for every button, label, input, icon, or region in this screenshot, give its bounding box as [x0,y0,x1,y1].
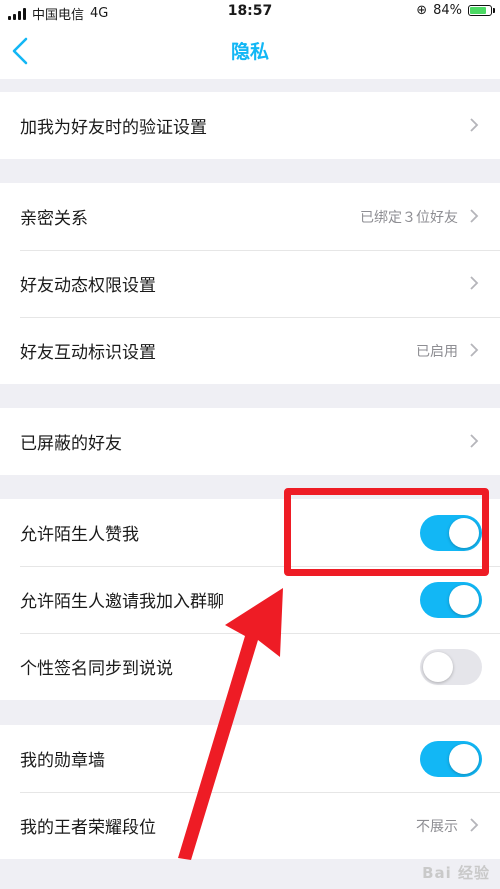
row-medal-wall: 我的勋章墙 [0,725,500,792]
battery-percent: 84% [433,3,462,18]
toggle-knob [449,744,479,774]
row-label: 已屏蔽的好友 [20,434,122,454]
chevron-right-icon [470,343,479,357]
toggle-switch[interactable] [420,582,482,618]
group-blocked: 已屏蔽的好友 [0,408,500,475]
battery-icon [468,5,495,16]
row-verification-settings[interactable]: 加我为好友时的验证设置 [0,92,500,159]
toggle-knob [449,585,479,615]
row-interaction-badge-settings[interactable]: 好友互动标识设置 已启用 [0,317,500,384]
row-value: 不展示 [416,818,458,835]
status-bar: 中国电信 4G 18:57 ⊕ 84% [0,0,500,24]
row-label: 亲密关系 [20,209,88,229]
row-label: 好友互动标识设置 [20,343,156,363]
chevron-right-icon [470,818,479,832]
row-label: 好友动态权限设置 [20,276,156,296]
group-verification: 加我为好友时的验证设置 [0,92,500,159]
row-value: 已绑定３位好友 [360,209,458,226]
row-label: 我的王者荣耀段位 [20,818,156,838]
row-value: 已启用 [416,343,458,360]
row-label: 允许陌生人邀请我加入群聊 [20,592,224,612]
group-friends: 亲密关系 已绑定３位好友 好友动态权限设置 好友互动标识设置 已启用 [0,183,500,384]
status-right: ⊕ 84% [416,3,495,18]
watermark: Bai 经验 [422,864,490,882]
row-honor-of-kings-rank[interactable]: 我的王者荣耀段位 不展示 [0,792,500,859]
row-label: 我的勋章墙 [20,751,105,771]
row-sync-signature: 个性签名同步到说说 [0,633,500,700]
chevron-right-icon [470,434,479,448]
row-friend-feed-permissions[interactable]: 好友动态权限设置 [0,250,500,317]
navigation-bar: 隐私 [0,24,500,79]
toggle-switch[interactable] [420,649,482,685]
row-allow-stranger-group-invite: 允许陌生人邀请我加入群聊 [0,566,500,633]
row-label: 允许陌生人赞我 [20,525,139,545]
toggle-switch[interactable] [420,741,482,777]
chevron-right-icon [470,118,479,132]
group-showcase: 我的勋章墙 我的王者荣耀段位 不展示 [0,725,500,859]
row-intimate-relationship[interactable]: 亲密关系 已绑定３位好友 [0,183,500,250]
chevron-right-icon [470,209,479,223]
toggle-knob [423,652,453,682]
page-title: 隐私 [230,41,269,63]
chevron-right-icon [470,276,479,290]
row-blocked-friends[interactable]: 已屏蔽的好友 [0,408,500,475]
annotation-highlight-box [284,488,489,576]
rotation-lock-icon: ⊕ [416,3,428,18]
row-label: 个性签名同步到说说 [20,659,173,679]
row-label: 加我为好友时的验证设置 [20,118,207,138]
